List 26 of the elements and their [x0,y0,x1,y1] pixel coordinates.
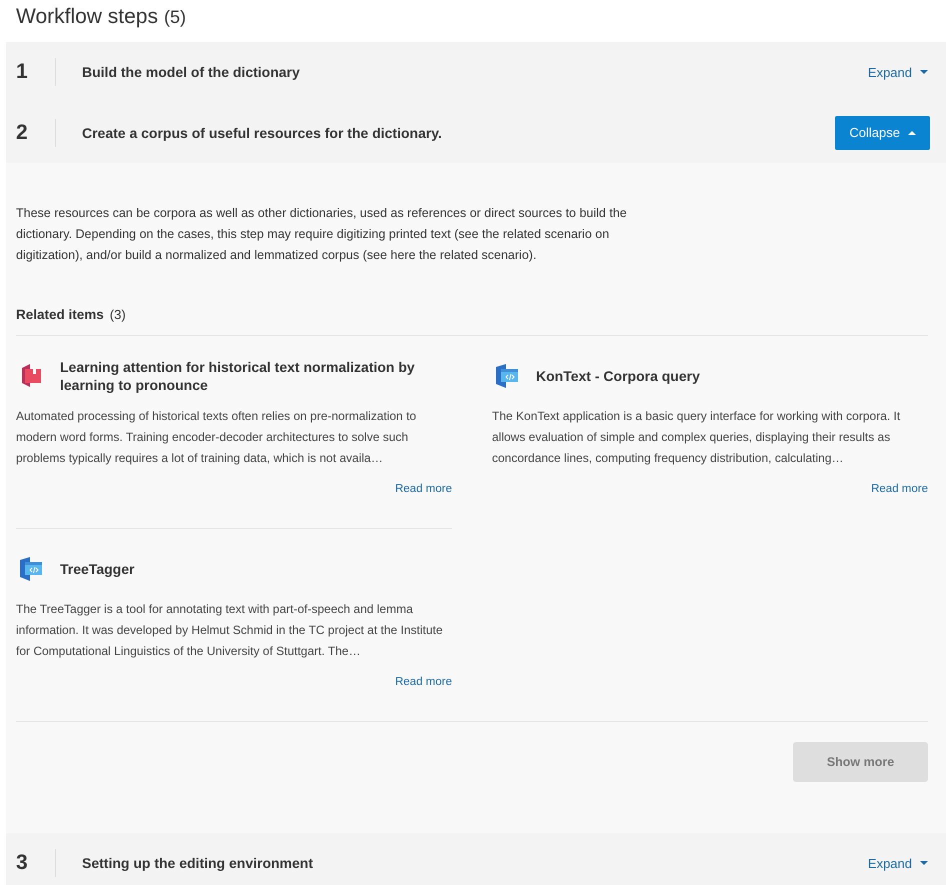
item-description: Automated processing of historical texts often relies on pre-normalization to modern word forms. Training encoder-decoder architectures to solve such problems typically requires a lot of training data, which is not availa… [16,408,418,467]
step-number: 3 [16,849,56,877]
step-title: Create a corpus of useful resources for the dictionary. [81,124,443,140]
caret-icon [908,130,916,136]
caret-icon [920,860,928,866]
caret-icon [920,69,928,75]
step-number: 2 [16,118,56,146]
collapse-button[interactable]: Collapse [835,116,930,150]
item-title[interactable]: TreeTagger [60,560,134,578]
expand-link[interactable]: Expand [868,852,928,874]
step-number: 1 [16,58,56,86]
page-title: Workflow steps [16,5,158,29]
expand-link[interactable]: Expand [868,60,928,84]
step-title: Setting up the editing environment [81,855,314,871]
step-description: These resources can be corpora as well as other dictionaries, used as references or direct sources to build the dictionary. Depending on the cases, this step may require digitizing printed text (see the related scenario on digitization), and/or build a normalized and lemmatized corpus (see here the related scenario). [16,205,628,264]
item-title[interactable]: KonText - Corpora query [536,367,700,385]
item-title[interactable]: Learning attention for historical text normalization by learning to pronounce [60,358,452,394]
item-description: The TreeTagger is a tool for annotating text with part-of-speech and lemma information. It was developed by Helmut Schmid in the TC project at the Institute for Computational Linguistics of the University of Stuttgart. The… [16,601,444,660]
read-more-link[interactable]: Read more [871,483,928,495]
step-title: Build the model of the dictionary [81,64,301,80]
step-count: (5) [164,7,186,28]
related-items-count: (3) [110,307,126,322]
read-more-link[interactable]: Read more [395,676,452,688]
item-description: The KonText application is a basic query interface for working with corpora. It allows evaluation of simple and complex queries, displaying their results as concordance lines, computing frequency distribution, calculating… [492,408,902,467]
related-items-title: Related items [16,307,104,322]
read-more-link[interactable]: Read more [395,483,452,495]
